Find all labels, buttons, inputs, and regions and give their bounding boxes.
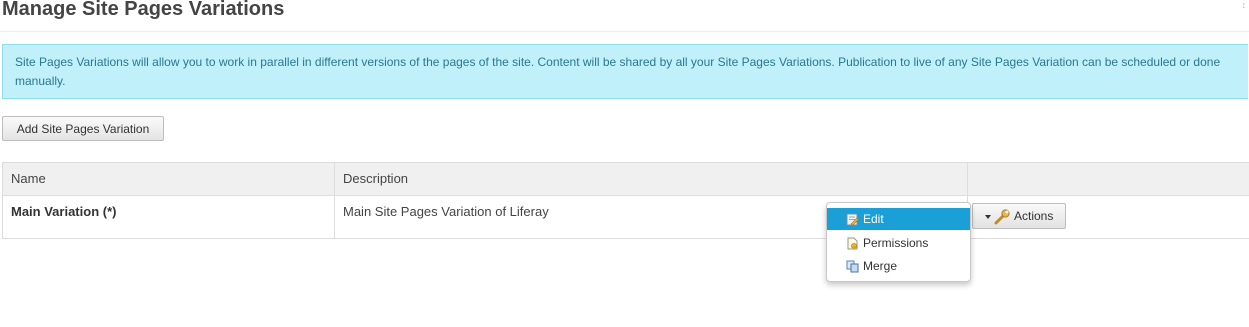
menu-item-permissions[interactable]: Permissions [827, 232, 970, 254]
permissions-icon [847, 237, 858, 250]
menu-item-label: Permissions [863, 236, 929, 250]
actions-menu: Edit Permissions Merge [826, 202, 971, 282]
table-header: Name Description [3, 163, 1249, 196]
add-site-pages-variation-button[interactable]: Add Site Pages Variation [2, 116, 164, 141]
menu-item-edit[interactable]: Edit [827, 208, 970, 230]
actions-label: Actions [1014, 209, 1054, 223]
variation-name-cell: Main Variation (*) [3, 196, 335, 238]
caret-down-icon [985, 215, 991, 219]
wrench-icon [994, 209, 1010, 225]
column-header-description: Description [335, 163, 968, 195]
collapse-icon[interactable]: ↕ [1242, 0, 1247, 10]
menu-item-label: Merge [863, 259, 898, 273]
edit-icon [846, 213, 859, 226]
actions-button[interactable]: Actions [972, 203, 1066, 229]
menu-item-label: Edit [863, 212, 884, 226]
title-divider [0, 31, 1249, 32]
merge-icon [846, 260, 859, 273]
column-header-name: Name [3, 163, 335, 195]
menu-item-merge[interactable]: Merge [827, 255, 970, 277]
page-title: Manage Site Pages Variations [2, 0, 285, 20]
column-header-actions [968, 163, 1249, 195]
info-message: Site Pages Variations will allow you to … [2, 44, 1248, 99]
